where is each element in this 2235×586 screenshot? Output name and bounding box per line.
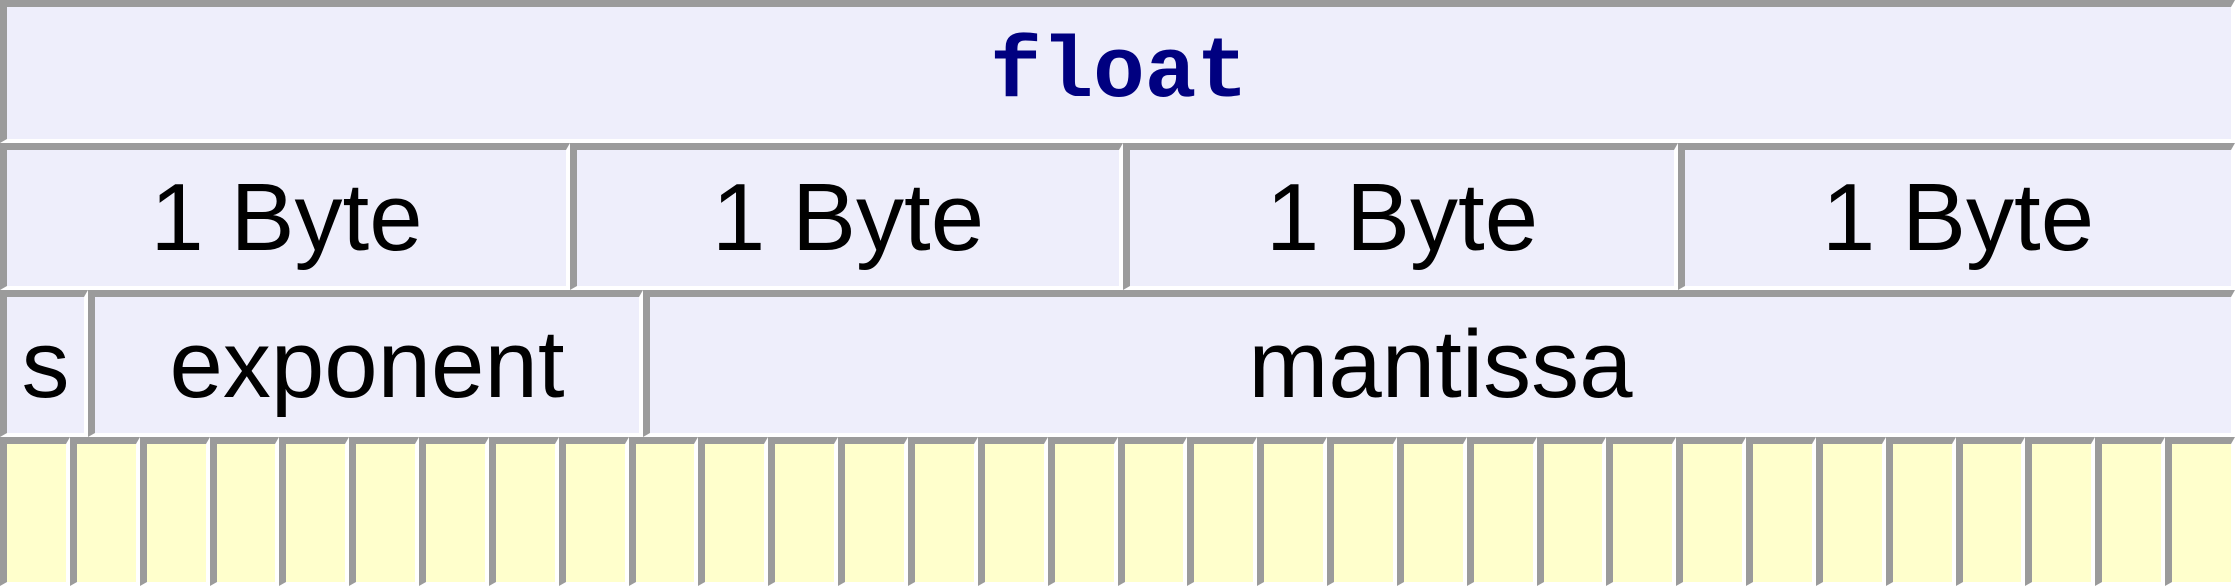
byte-cell-2: 1 Byte [570,143,1123,290]
bit-box-6 [349,437,419,586]
bit-box-32 [2165,437,2235,586]
bit-box-2 [70,437,140,586]
bit-box-26 [1746,437,1816,586]
bit-box-14 [908,437,978,586]
bit-box-24 [1606,437,1676,586]
sign-field-cell: s [0,290,88,437]
bit-box-18 [1187,437,1257,586]
float-title-cell: float [0,0,2235,143]
bit-box-9 [559,437,629,586]
bit-box-22 [1467,437,1537,586]
byte-cell-3: 1 Byte [1123,143,1678,290]
mantissa-field-label: mantissa [1248,311,1633,418]
byte-label-3: 1 Byte [1265,164,1539,271]
bit-box-7 [419,437,489,586]
bit-box-12 [768,437,838,586]
bit-box-10 [629,437,698,586]
byte-cell-1: 1 Byte [0,143,570,290]
bit-box-5 [279,437,349,586]
bit-box-30 [2025,437,2095,586]
float-title: float [989,24,1249,122]
mantissa-field-cell: mantissa [643,290,2235,437]
bit-box-25 [1676,437,1746,586]
bit-box-28 [1886,437,1956,586]
bit-box-23 [1537,437,1606,586]
bit-box-4 [210,437,279,586]
bit-box-8 [489,437,559,586]
bit-box-19 [1257,437,1327,586]
bit-box-1 [0,437,70,586]
bit-box-17 [1118,437,1187,586]
exponent-field-label: exponent [169,311,565,418]
bit-box-16 [1048,437,1118,586]
bit-box-13 [838,437,908,586]
bit-box-29 [1956,437,2025,586]
sign-field-label: s [21,311,70,418]
byte-label-1: 1 Byte [150,164,423,271]
bit-box-21 [1397,437,1467,586]
exponent-field-cell: exponent [88,290,643,437]
bit-box-15 [978,437,1048,586]
byte-label-2: 1 Byte [711,164,985,271]
byte-cell-4: 1 Byte [1678,143,2235,290]
bit-box-20 [1327,437,1397,586]
bit-box-27 [1816,437,1886,586]
byte-label-4: 1 Byte [1821,164,2095,271]
bit-box-31 [2095,437,2165,586]
bit-box-11 [698,437,768,586]
bit-box-3 [140,437,210,586]
